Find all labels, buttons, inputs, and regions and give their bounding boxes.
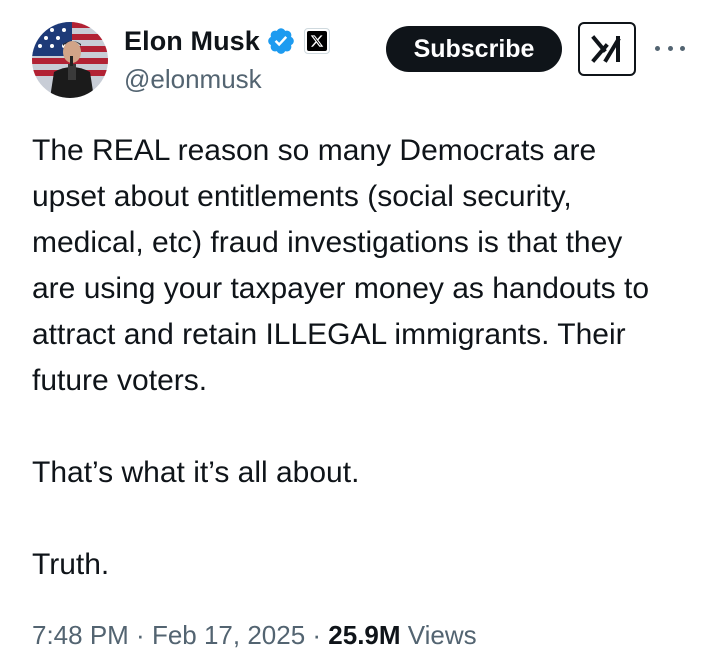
meta-separator: ·	[305, 620, 329, 650]
x-logo-icon	[306, 31, 327, 51]
more-options-icon[interactable]	[655, 38, 685, 58]
tweet-meta: 7:48 PM · Feb 17, 2025 · 25.9M Views	[32, 620, 477, 651]
grok-icon	[591, 35, 621, 63]
author-name-row: Elon Musk	[124, 24, 330, 58]
tweet-text: The REAL reason so many Democrats are up…	[32, 134, 650, 581]
more-dot	[680, 45, 685, 51]
author-handle[interactable]: @elonmusk	[124, 64, 262, 95]
subscribe-button[interactable]: Subscribe	[386, 26, 562, 72]
grok-button[interactable]	[578, 22, 636, 76]
avatar-image	[32, 22, 108, 98]
tweet-date[interactable]: Feb 17, 2025	[152, 620, 305, 651]
more-dot	[667, 45, 673, 51]
views-count[interactable]: 25.9M	[328, 620, 400, 651]
verified-badge-icon[interactable]	[266, 26, 296, 56]
author-name[interactable]: Elon Musk	[124, 26, 260, 57]
more-dot	[655, 45, 660, 51]
tweet-time[interactable]: 7:48 PM	[32, 620, 129, 651]
meta-separator: ·	[128, 620, 152, 650]
affiliate-badge[interactable]	[303, 28, 330, 54]
views-label: Views	[400, 620, 477, 650]
avatar[interactable]	[32, 22, 108, 98]
